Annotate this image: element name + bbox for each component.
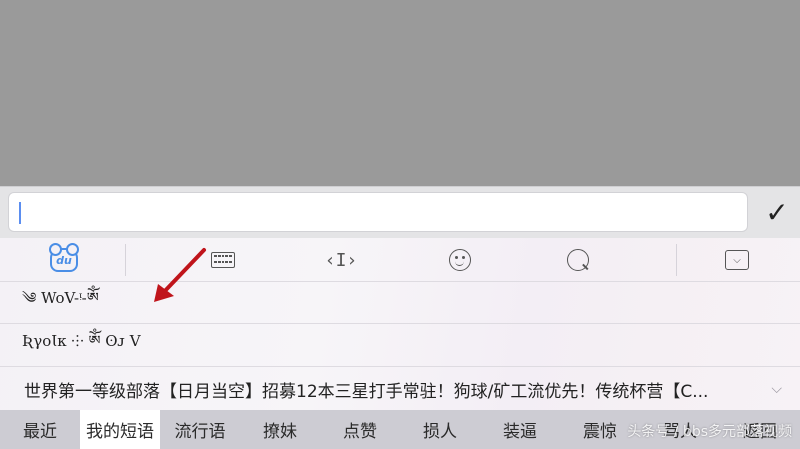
candidate-phrase-2[interactable]: ƦγοƖᴋ ⸭ ༀ ʘᴊ V: [0, 325, 800, 367]
confirm-check-button[interactable]: ✓: [760, 195, 794, 229]
input-bar: ✓: [0, 186, 800, 238]
toolbar-divider: [676, 244, 677, 276]
tab-roast[interactable]: 损人: [400, 410, 480, 449]
tab-my-phrases[interactable]: 我的短语: [80, 410, 160, 449]
toolbar-divider: [125, 244, 126, 276]
search-icon[interactable]: [558, 244, 598, 276]
keyboard-toolbar: du ‹I› ⌵: [0, 238, 800, 282]
candidate-phrase-1[interactable]: ༄ WoV-ᵎ-ༀ: [0, 282, 800, 324]
chevron-down-icon[interactable]: ⌵: [771, 381, 782, 397]
du-logo-icon[interactable]: du: [44, 243, 84, 276]
collapse-keyboard-icon[interactable]: ⌵: [717, 244, 757, 276]
text-input-field[interactable]: [8, 192, 748, 232]
tab-recent[interactable]: 最近: [0, 410, 80, 449]
tab-back[interactable]: 返回: [720, 410, 800, 449]
cursor-icon[interactable]: ‹I›: [321, 244, 361, 276]
tab-show-off[interactable]: 装逼: [480, 410, 560, 449]
tab-like[interactable]: 点赞: [320, 410, 400, 449]
tab-shock[interactable]: 震惊: [560, 410, 640, 449]
tab-trending[interactable]: 流行语: [160, 410, 240, 449]
tab-curse[interactable]: 骂人: [640, 410, 720, 449]
phrase-category-tabs: 最近 我的短语 流行语 撩妹 点赞 损人 装逼 震惊 骂人 返回: [0, 410, 800, 449]
emoji-icon[interactable]: [440, 244, 480, 276]
text-cursor: [19, 202, 21, 224]
red-arrow-annotation: [154, 248, 206, 302]
dimmed-app-background: [0, 0, 800, 186]
tab-flirt[interactable]: 撩妹: [240, 410, 320, 449]
phrase-list-item[interactable]: 世界第一等级部落【日月当空】招募12本三星打手常驻！狗球/矿工流优先！传统杯营【…: [0, 368, 800, 410]
